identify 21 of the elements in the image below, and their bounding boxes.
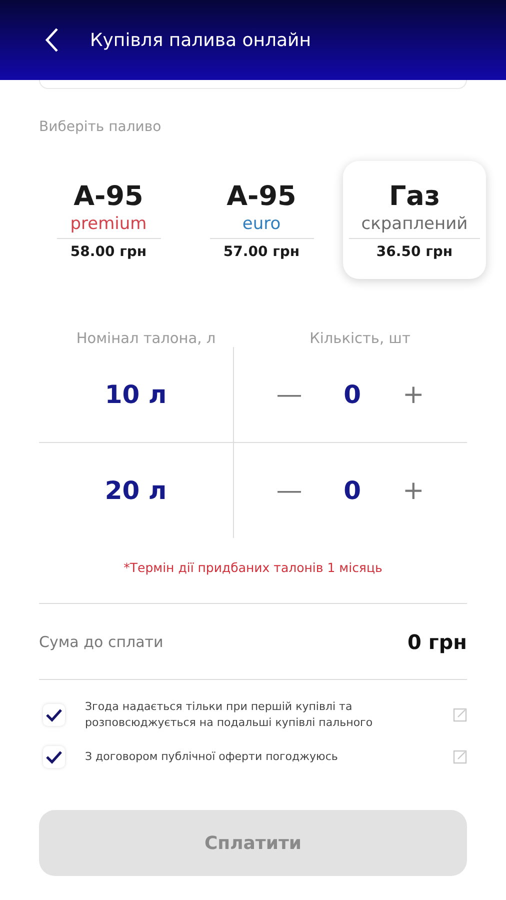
screen-title: Купівля палива онлайн <box>90 30 312 50</box>
quantity-value: 0 <box>344 476 362 505</box>
fuel-option[interactable]: А-95 premium 58.00 грн <box>37 161 180 279</box>
increment-button[interactable]: + <box>398 380 428 410</box>
section-label: Виберіть паливо <box>39 119 162 135</box>
agreement-text: Згода надається тільки при першій купівлі та розповсюджується на подальші купівлі пального <box>85 698 374 731</box>
fuel-option[interactable]: Газ скраплений 36.50 грн <box>343 161 486 279</box>
nominal-value: 20 л <box>104 476 167 505</box>
decrement-button[interactable]: — <box>272 476 306 506</box>
column-header: Номінал талона, л <box>75 331 217 347</box>
nominal-value: 10 л <box>104 380 167 409</box>
column-header: Кількість, шт <box>308 331 412 347</box>
quantity-value: 0 <box>344 380 362 409</box>
fuel-option[interactable]: А-95 euro 57.00 грн <box>190 161 333 279</box>
decrement-button[interactable]: — <box>272 380 306 410</box>
increment-button[interactable]: + <box>398 476 428 506</box>
validity-note: *Термін дії придбаних талонів 1 місяць <box>39 560 467 604</box>
agreement-text: З договором публічної оферти погоджуюсь <box>85 748 339 765</box>
total-label: Сума до сплати <box>39 632 164 650</box>
back-icon[interactable] <box>44 27 60 53</box>
total-value: 0 грн <box>408 630 467 654</box>
